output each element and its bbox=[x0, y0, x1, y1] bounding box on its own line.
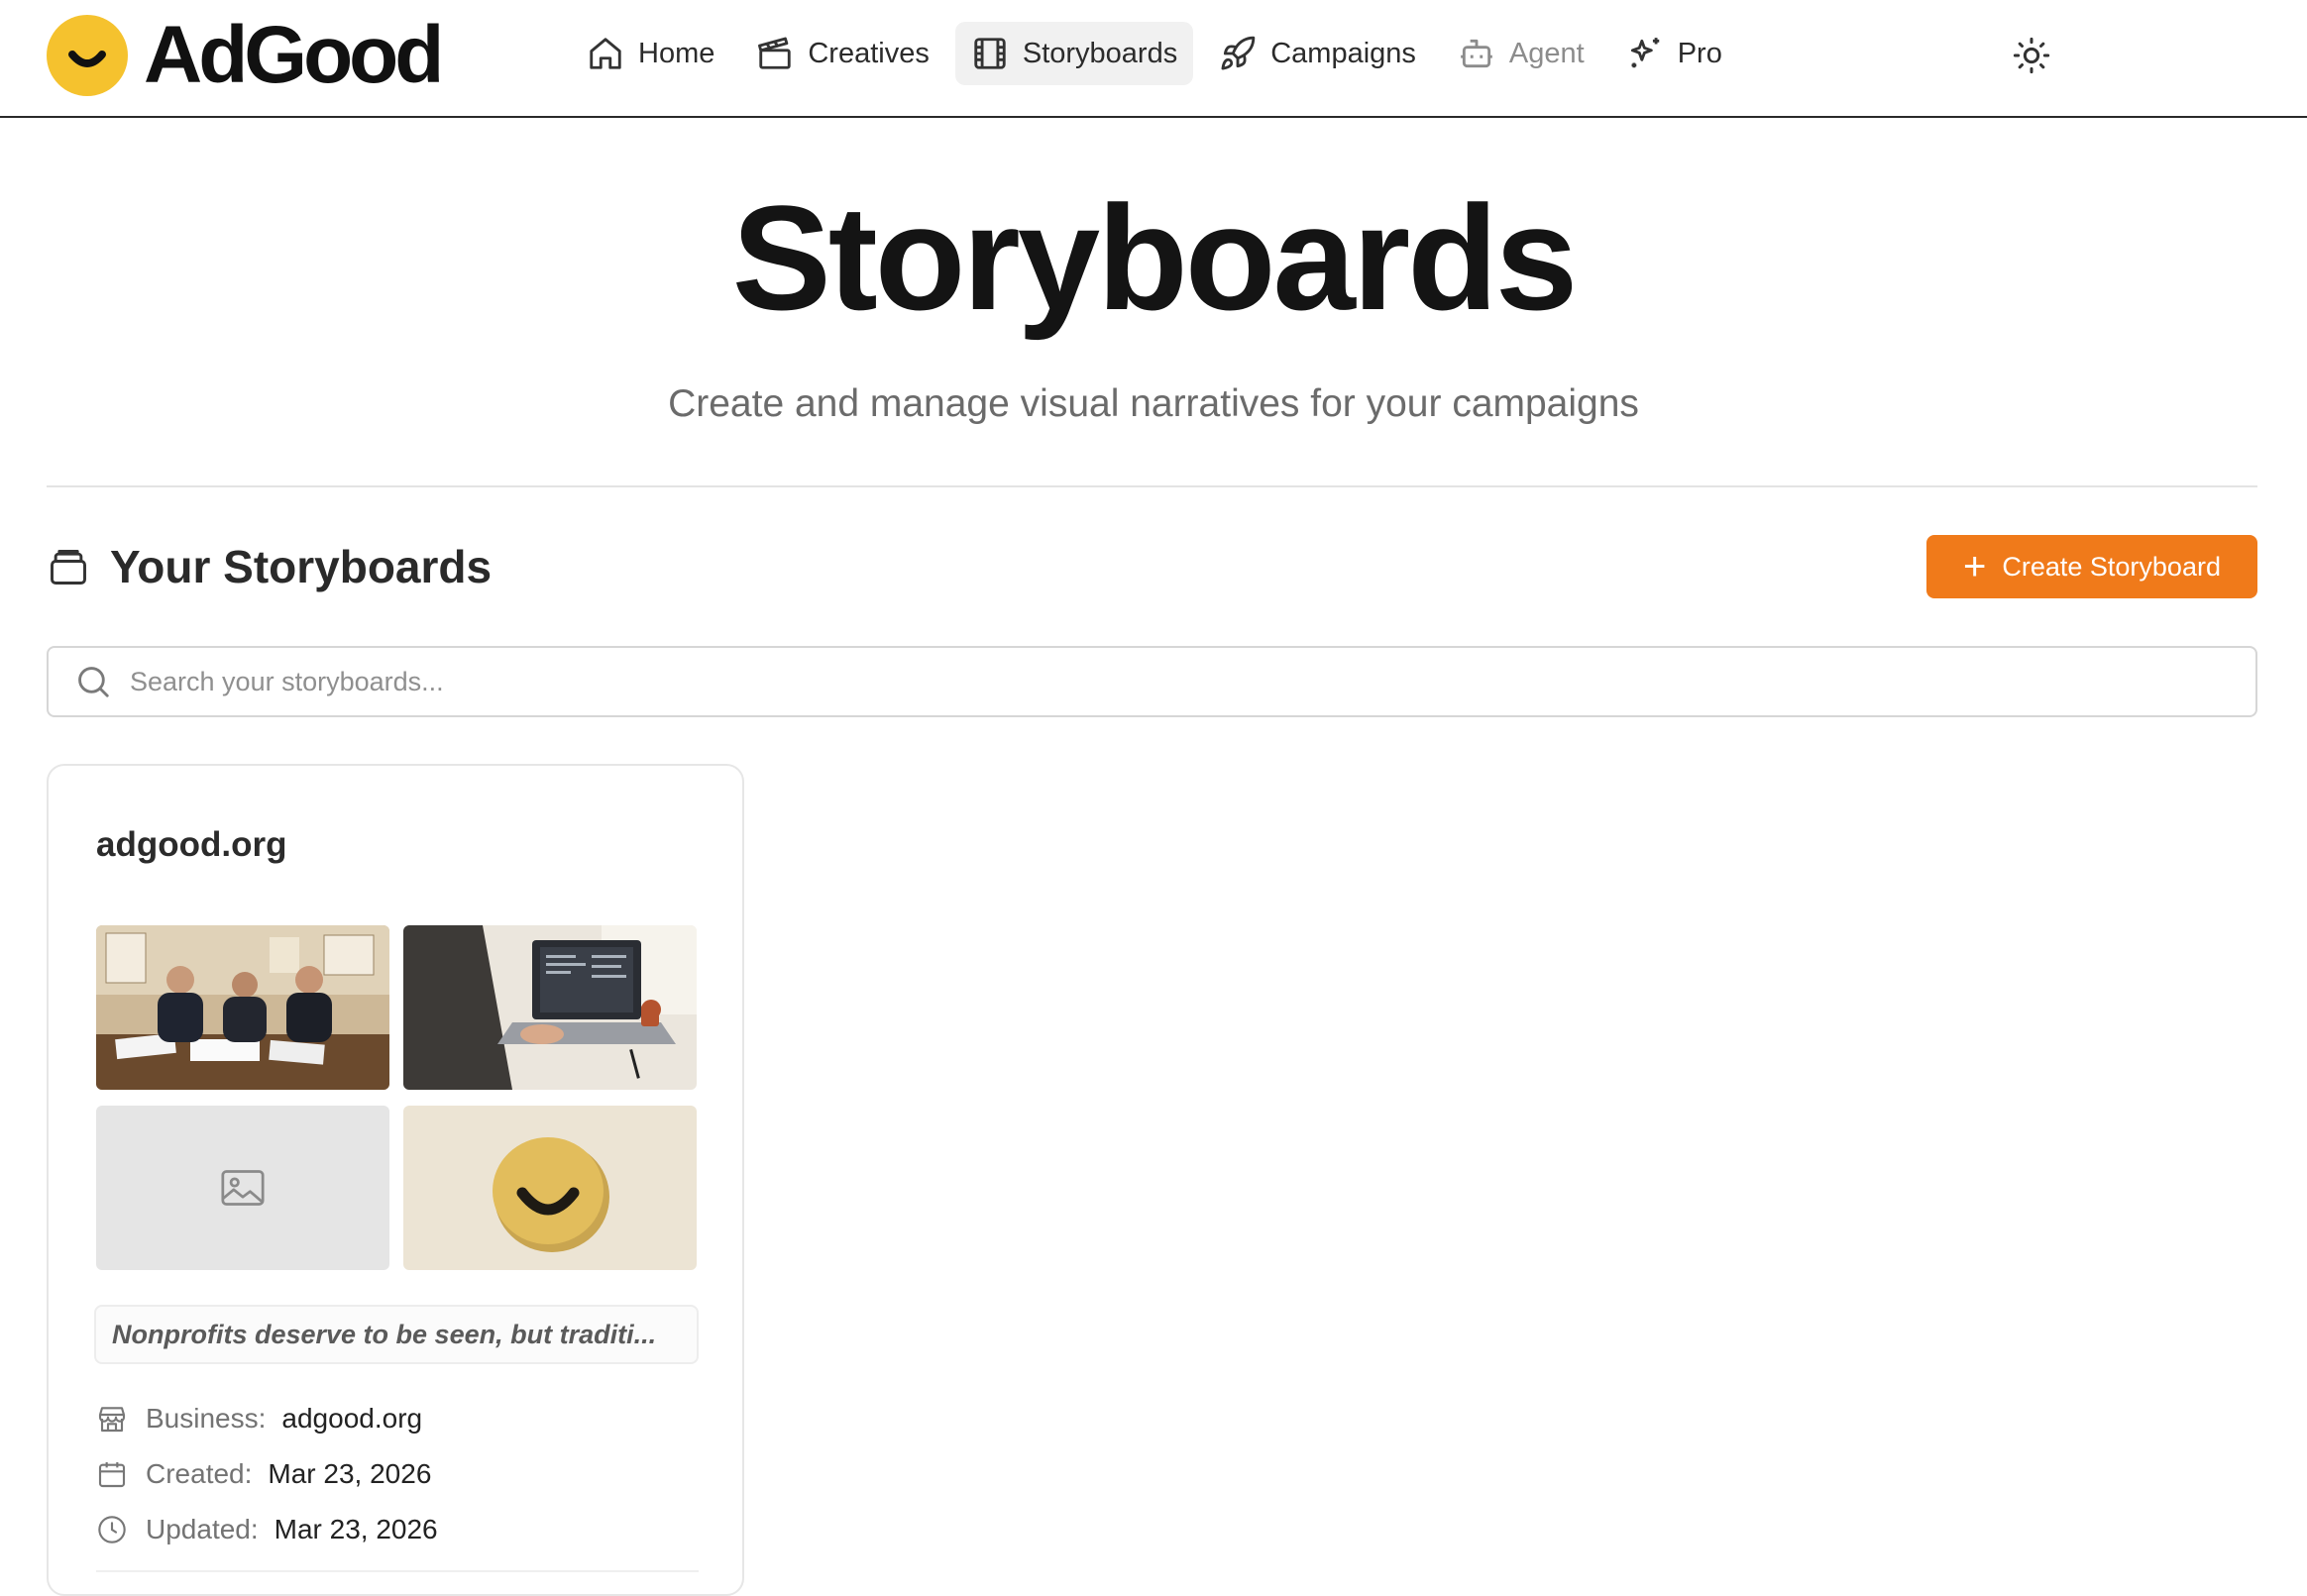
search-bar bbox=[47, 646, 2257, 717]
nav-item-label: Creatives bbox=[808, 37, 930, 69]
rocket-icon bbox=[1219, 35, 1257, 72]
page-title: Storyboards bbox=[731, 174, 1579, 341]
smiley-logo-icon bbox=[47, 15, 128, 96]
brand-name: AdGood bbox=[144, 10, 444, 100]
updated-value: Mar 23, 2026 bbox=[274, 1514, 438, 1544]
nav-item-label: Pro bbox=[1677, 37, 1722, 69]
main-nav: Home Creatives Storyboards Campaigns Age… bbox=[571, 22, 1748, 85]
create-storyboard-button[interactable]: + Create Storyboard bbox=[1926, 535, 2257, 598]
stack-icon bbox=[47, 545, 90, 588]
image-placeholder-icon bbox=[221, 1169, 265, 1207]
bot-icon bbox=[1458, 35, 1495, 72]
card-footer-divider bbox=[96, 1570, 699, 1572]
business-row: Business: adgood.org bbox=[96, 1403, 422, 1435]
nav-item-campaigns[interactable]: Campaigns bbox=[1203, 22, 1432, 85]
home-icon bbox=[587, 35, 624, 72]
page-subtitle: Create and manage visual narratives for … bbox=[668, 382, 1639, 425]
clapperboard-icon bbox=[756, 35, 794, 72]
nav-item-label: Storyboards bbox=[1022, 37, 1178, 69]
nav-item-home[interactable]: Home bbox=[571, 22, 730, 85]
sun-icon bbox=[2012, 37, 2051, 79]
created-label: Created: bbox=[146, 1458, 253, 1489]
updated-label: Updated: bbox=[146, 1514, 259, 1544]
brand[interactable]: AdGood bbox=[47, 10, 444, 100]
storyboard-card[interactable]: adgood.org Nonprofits deserve to be seen… bbox=[47, 764, 744, 1596]
search-input[interactable] bbox=[130, 666, 2112, 697]
storyboard-excerpt: Nonprofits deserve to be seen, but tradi… bbox=[94, 1305, 699, 1364]
nav-item-creatives[interactable]: Creatives bbox=[740, 22, 945, 85]
clock-icon bbox=[96, 1514, 128, 1545]
created-value: Mar 23, 2026 bbox=[268, 1458, 432, 1489]
smiley-button-thumbnail bbox=[403, 1106, 697, 1270]
sparkles-icon bbox=[1626, 35, 1664, 72]
business-label: Business: bbox=[146, 1403, 267, 1434]
nav-item-pro[interactable]: Pro bbox=[1610, 22, 1738, 85]
updated-row: Updated: Mar 23, 2026 bbox=[96, 1514, 438, 1545]
storyboard-title: adgood.org bbox=[96, 825, 287, 864]
nav-item-label: Agent bbox=[1508, 37, 1585, 69]
nav-item-agent[interactable]: Agent bbox=[1442, 22, 1600, 85]
search-icon bbox=[74, 663, 112, 700]
create-storyboard-label: Create Storyboard bbox=[2002, 551, 2221, 582]
nav-item-label: Campaigns bbox=[1270, 37, 1416, 69]
store-icon bbox=[96, 1403, 128, 1435]
team-meeting-thumbnail bbox=[96, 925, 389, 1090]
nav-item-storyboards[interactable]: Storyboards bbox=[954, 22, 1194, 85]
section-title: Your Storyboards bbox=[110, 541, 493, 592]
plus-icon: + bbox=[1963, 545, 1987, 588]
created-row: Created: Mar 23, 2026 bbox=[96, 1458, 431, 1490]
image-placeholder-thumbnail bbox=[96, 1106, 389, 1270]
theme-toggle-button[interactable] bbox=[2012, 36, 2051, 75]
section-header: Your Storyboards bbox=[47, 540, 492, 593]
top-navigation-bar: AdGood Home Creatives Storyboards Campai… bbox=[0, 0, 2307, 118]
nav-item-label: Home bbox=[638, 37, 715, 69]
section-divider bbox=[47, 485, 2257, 487]
laptop-thumbnail bbox=[403, 925, 697, 1090]
calendar-icon bbox=[96, 1458, 128, 1490]
film-icon bbox=[971, 35, 1009, 72]
business-value: adgood.org bbox=[281, 1403, 423, 1434]
